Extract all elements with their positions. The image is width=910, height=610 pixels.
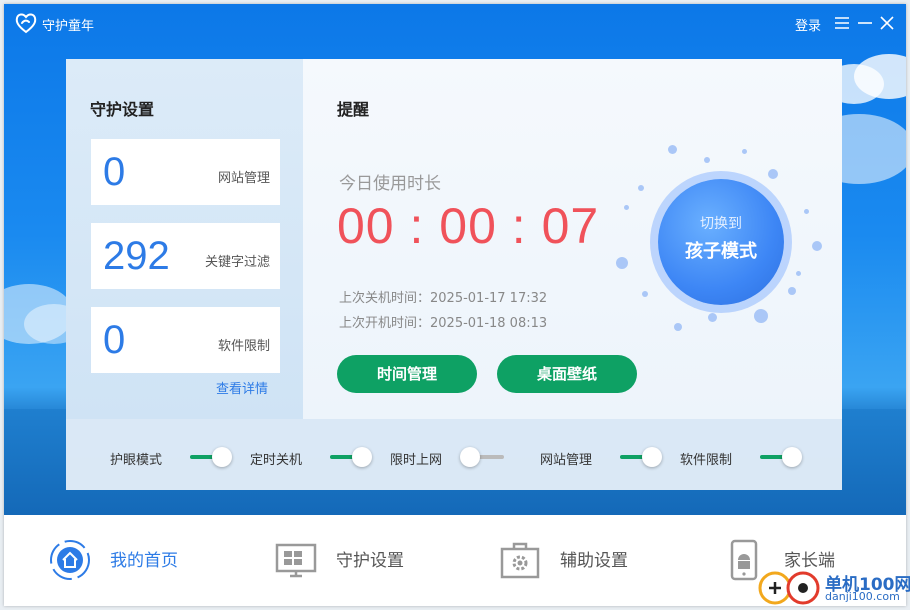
header-background: 守护童年 登录 守护设置 0 网站管理 292 关键字过滤 0 软件限制 查看详… bbox=[4, 4, 906, 515]
stat-label: 软件限制 bbox=[217, 339, 270, 354]
nav-item-guard-settings[interactable]: 守护设置 bbox=[274, 515, 434, 606]
website-management-label: 网站管理 bbox=[540, 453, 593, 468]
nav-label: 我的首页 bbox=[110, 551, 178, 571]
dashboard-panel: 守护设置 0 网站管理 292 关键字过滤 0 软件限制 查看详情 提醒 今日使 bbox=[66, 59, 842, 490]
stat-value: 0 bbox=[103, 318, 126, 362]
minimize-icon[interactable] bbox=[856, 14, 874, 32]
monitor-grid-icon bbox=[275, 543, 317, 578]
login-button[interactable]: 登录 bbox=[795, 15, 821, 34]
stat-label: 关键字过滤 bbox=[204, 255, 270, 270]
switch-child-mode-button[interactable]: 切换到 孩子模式 bbox=[658, 179, 784, 305]
desktop-wallpaper-button[interactable]: 桌面壁纸 bbox=[497, 355, 637, 393]
close-icon[interactable] bbox=[878, 14, 896, 32]
website-management-toggle[interactable] bbox=[620, 447, 662, 467]
stat-card-software[interactable]: 0 软件限制 bbox=[91, 307, 280, 373]
software-limit-toggle[interactable] bbox=[760, 447, 802, 467]
time-limit-internet-toggle[interactable] bbox=[460, 447, 504, 467]
usage-timer: 00 : 00 : 07 bbox=[337, 198, 600, 254]
nav-label: 守护设置 bbox=[336, 551, 404, 571]
guard-settings-title: 守护设置 bbox=[90, 100, 155, 119]
scheduled-shutdown-label: 定时关机 bbox=[250, 453, 303, 468]
eye-protection-toggle[interactable] bbox=[190, 447, 232, 467]
switch-sub-label: 切换到 bbox=[700, 216, 742, 232]
nav-label: 辅助设置 bbox=[560, 551, 628, 571]
mode-switch-area: 切换到 孩子模式 bbox=[608, 145, 828, 345]
home-icon bbox=[50, 540, 90, 580]
stat-value: 0 bbox=[103, 150, 126, 194]
titlebar: 守护童年 登录 bbox=[4, 4, 906, 44]
guard-settings-section: 守护设置 0 网站管理 292 关键字过滤 0 软件限制 查看详情 bbox=[66, 59, 303, 419]
switch-main-label: 孩子模式 bbox=[685, 241, 757, 262]
software-limit-label: 软件限制 bbox=[680, 453, 733, 468]
watermark-logo-icon bbox=[758, 571, 820, 605]
stat-card-keyword[interactable]: 292 关键字过滤 bbox=[91, 223, 280, 289]
time-limit-internet-label: 限时上网 bbox=[390, 453, 443, 468]
stat-label: 网站管理 bbox=[217, 171, 270, 186]
app-logo-icon bbox=[15, 13, 37, 34]
watermark-url: danji100.com bbox=[825, 590, 900, 603]
reminder-title: 提醒 bbox=[337, 100, 370, 119]
app-title: 守护童年 bbox=[42, 19, 95, 34]
eye-protection-label: 护眼模式 bbox=[110, 453, 163, 468]
scheduled-shutdown-toggle[interactable] bbox=[330, 447, 372, 467]
usage-label: 今日使用时长 bbox=[339, 174, 441, 194]
stat-card-website[interactable]: 0 网站管理 bbox=[91, 139, 280, 205]
menu-icon[interactable] bbox=[833, 14, 851, 32]
last-shutdown-time: 上次关机时间：2025-01-17 17:32 bbox=[339, 291, 548, 306]
app-window: 守护童年 登录 守护设置 0 网站管理 292 关键字过滤 0 软件限制 查看详… bbox=[4, 4, 906, 606]
view-details-link[interactable]: 查看详情 bbox=[216, 378, 268, 397]
stat-value: 292 bbox=[103, 234, 170, 278]
reminder-section: 提醒 今日使用时长 00 : 00 : 07 上次关机时间：2025-01-17… bbox=[303, 59, 842, 419]
site-watermark: 单机100网 danji100.com bbox=[757, 568, 910, 608]
last-boot-time: 上次开机时间：2025-01-18 08:13 bbox=[339, 316, 548, 331]
nav-item-auxiliary-settings[interactable]: 辅助设置 bbox=[498, 515, 658, 606]
nav-item-home[interactable]: 我的首页 bbox=[48, 515, 208, 606]
time-management-button[interactable]: 时间管理 bbox=[337, 355, 477, 393]
toolbox-gear-icon bbox=[500, 542, 540, 579]
